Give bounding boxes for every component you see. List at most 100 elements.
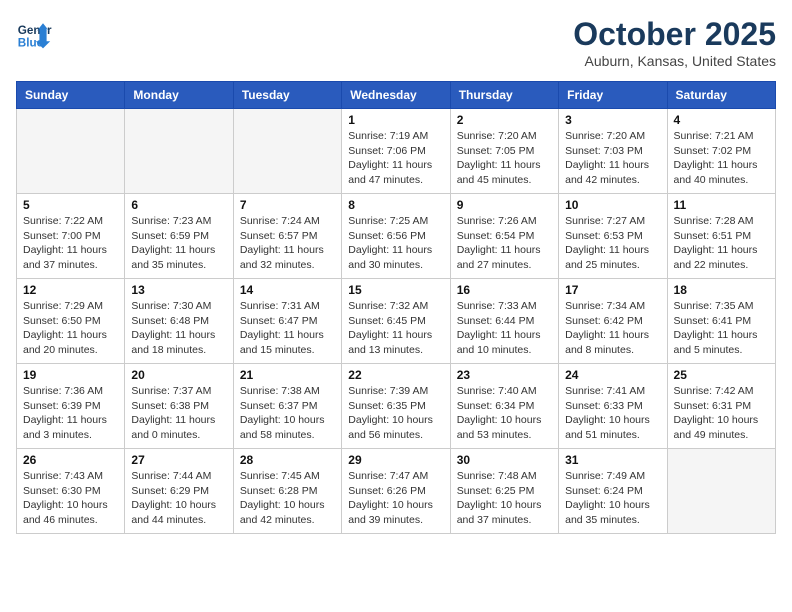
calendar-cell: 31 Sunrise: 7:49 AMSunset: 6:24 PMDayligh… xyxy=(559,449,667,534)
calendar-week-row: 26 Sunrise: 7:43 AMSunset: 6:30 PMDayligh… xyxy=(17,449,776,534)
day-info: Sunrise: 7:30 AMSunset: 6:48 PMDaylight:… xyxy=(131,299,226,358)
day-info: Sunrise: 7:20 AMSunset: 7:03 PMDaylight:… xyxy=(565,129,660,188)
day-info: Sunrise: 7:24 AMSunset: 6:57 PMDaylight:… xyxy=(240,214,335,273)
weekday-header-tuesday: Tuesday xyxy=(233,82,341,109)
day-number: 11 xyxy=(674,198,769,212)
day-number: 10 xyxy=(565,198,660,212)
calendar-week-row: 19 Sunrise: 7:36 AMSunset: 6:39 PMDayligh… xyxy=(17,364,776,449)
calendar-cell: 12 Sunrise: 7:29 AMSunset: 6:50 PMDayligh… xyxy=(17,279,125,364)
day-info: Sunrise: 7:29 AMSunset: 6:50 PMDaylight:… xyxy=(23,299,118,358)
calendar-cell: 6 Sunrise: 7:23 AMSunset: 6:59 PMDaylight… xyxy=(125,194,233,279)
calendar-cell: 23Sunrise: 7:40 AMSunset: 6:34 PMDayligh… xyxy=(450,364,558,449)
calendar-cell: 13 Sunrise: 7:30 AMSunset: 6:48 PMDayligh… xyxy=(125,279,233,364)
day-info: Sunrise: 7:36 AMSunset: 6:39 PMDaylight:… xyxy=(23,384,118,443)
calendar-cell: 18 Sunrise: 7:35 AMSunset: 6:41 PMDayligh… xyxy=(667,279,775,364)
logo: General Blue xyxy=(16,16,52,52)
calendar-cell: 5 Sunrise: 7:22 AMSunset: 7:00 PMDaylight… xyxy=(17,194,125,279)
calendar-cell: 14 Sunrise: 7:31 AMSunset: 6:47 PMDayligh… xyxy=(233,279,341,364)
calendar-cell: 20 Sunrise: 7:37 AMSunset: 6:38 PMDayligh… xyxy=(125,364,233,449)
day-info: Sunrise: 7:35 AMSunset: 6:41 PMDaylight:… xyxy=(674,299,769,358)
day-info: Sunrise: 7:40 AMSunset: 6:34 PMDaylight:… xyxy=(457,384,552,443)
calendar-cell xyxy=(667,449,775,534)
weekday-header-row: SundayMondayTuesdayWednesdayThursdayFrid… xyxy=(17,82,776,109)
calendar-cell: 17Sunrise: 7:34 AMSunset: 6:42 PMDayligh… xyxy=(559,279,667,364)
calendar-cell: 26 Sunrise: 7:43 AMSunset: 6:30 PMDayligh… xyxy=(17,449,125,534)
day-number: 26 xyxy=(23,453,118,467)
weekday-header-monday: Monday xyxy=(125,82,233,109)
day-info: Sunrise: 7:21 AMSunset: 7:02 PMDaylight:… xyxy=(674,129,769,188)
day-info: Sunrise: 7:49 AMSunset: 6:24 PMDaylight:… xyxy=(565,469,660,528)
day-number: 19 xyxy=(23,368,118,382)
day-number: 24 xyxy=(565,368,660,382)
day-number: 22 xyxy=(348,368,443,382)
day-info: Sunrise: 7:43 AMSunset: 6:30 PMDaylight:… xyxy=(23,469,118,528)
day-info: Sunrise: 7:31 AMSunset: 6:47 PMDaylight:… xyxy=(240,299,335,358)
calendar-cell: 27 Sunrise: 7:44 AMSunset: 6:29 PMDayligh… xyxy=(125,449,233,534)
calendar-cell: 21 Sunrise: 7:38 AMSunset: 6:37 PMDayligh… xyxy=(233,364,341,449)
day-number: 6 xyxy=(131,198,226,212)
calendar-cell: 30 Sunrise: 7:48 AMSunset: 6:25 PMDayligh… xyxy=(450,449,558,534)
calendar-cell xyxy=(233,109,341,194)
day-number: 21 xyxy=(240,368,335,382)
day-info: Sunrise: 7:44 AMSunset: 6:29 PMDaylight:… xyxy=(131,469,226,528)
weekday-header-wednesday: Wednesday xyxy=(342,82,450,109)
day-info: Sunrise: 7:34 AMSunset: 6:42 PMDaylight:… xyxy=(565,299,660,358)
calendar-cell: 10Sunrise: 7:27 AMSunset: 6:53 PMDayligh… xyxy=(559,194,667,279)
calendar-cell: 7 Sunrise: 7:24 AMSunset: 6:57 PMDaylight… xyxy=(233,194,341,279)
logo-icon: General Blue xyxy=(16,16,52,52)
day-number: 14 xyxy=(240,283,335,297)
day-info: Sunrise: 7:37 AMSunset: 6:38 PMDaylight:… xyxy=(131,384,226,443)
day-number: 31 xyxy=(565,453,660,467)
weekday-header-thursday: Thursday xyxy=(450,82,558,109)
day-info: Sunrise: 7:33 AMSunset: 6:44 PMDaylight:… xyxy=(457,299,552,358)
day-number: 12 xyxy=(23,283,118,297)
calendar-week-row: 5 Sunrise: 7:22 AMSunset: 7:00 PMDaylight… xyxy=(17,194,776,279)
location: Auburn, Kansas, United States xyxy=(573,53,776,69)
day-number: 7 xyxy=(240,198,335,212)
weekday-header-friday: Friday xyxy=(559,82,667,109)
calendar-cell: 2Sunrise: 7:20 AMSunset: 7:05 PMDaylight… xyxy=(450,109,558,194)
day-number: 8 xyxy=(348,198,443,212)
day-info: Sunrise: 7:19 AMSunset: 7:06 PMDaylight:… xyxy=(348,129,443,188)
calendar-cell xyxy=(17,109,125,194)
day-info: Sunrise: 7:38 AMSunset: 6:37 PMDaylight:… xyxy=(240,384,335,443)
calendar-cell: 24 Sunrise: 7:41 AMSunset: 6:33 PMDayligh… xyxy=(559,364,667,449)
calendar-cell: 16 Sunrise: 7:33 AMSunset: 6:44 PMDayligh… xyxy=(450,279,558,364)
day-number: 13 xyxy=(131,283,226,297)
day-info: Sunrise: 7:22 AMSunset: 7:00 PMDaylight:… xyxy=(23,214,118,273)
calendar-cell: 15Sunrise: 7:32 AMSunset: 6:45 PMDayligh… xyxy=(342,279,450,364)
day-number: 3 xyxy=(565,113,660,127)
day-info: Sunrise: 7:23 AMSunset: 6:59 PMDaylight:… xyxy=(131,214,226,273)
calendar-cell: 11 Sunrise: 7:28 AMSunset: 6:51 PMDayligh… xyxy=(667,194,775,279)
calendar-cell: 28Sunrise: 7:45 AMSunset: 6:28 PMDayligh… xyxy=(233,449,341,534)
day-number: 20 xyxy=(131,368,226,382)
calendar-cell: 25Sunrise: 7:42 AMSunset: 6:31 PMDayligh… xyxy=(667,364,775,449)
day-number: 27 xyxy=(131,453,226,467)
day-number: 4 xyxy=(674,113,769,127)
calendar: SundayMondayTuesdayWednesdayThursdayFrid… xyxy=(16,81,776,534)
day-number: 5 xyxy=(23,198,118,212)
day-number: 2 xyxy=(457,113,552,127)
month-title: October 2025 xyxy=(573,16,776,53)
day-info: Sunrise: 7:41 AMSunset: 6:33 PMDaylight:… xyxy=(565,384,660,443)
calendar-week-row: 12 Sunrise: 7:29 AMSunset: 6:50 PMDayligh… xyxy=(17,279,776,364)
day-number: 29 xyxy=(348,453,443,467)
day-info: Sunrise: 7:28 AMSunset: 6:51 PMDaylight:… xyxy=(674,214,769,273)
calendar-week-row: 1Sunrise: 7:19 AMSunset: 7:06 PMDaylight… xyxy=(17,109,776,194)
calendar-cell: 9Sunrise: 7:26 AMSunset: 6:54 PMDaylight… xyxy=(450,194,558,279)
day-number: 16 xyxy=(457,283,552,297)
weekday-header-sunday: Sunday xyxy=(17,82,125,109)
day-number: 30 xyxy=(457,453,552,467)
svg-text:General: General xyxy=(18,24,52,37)
day-number: 18 xyxy=(674,283,769,297)
day-info: Sunrise: 7:32 AMSunset: 6:45 PMDaylight:… xyxy=(348,299,443,358)
day-info: Sunrise: 7:45 AMSunset: 6:28 PMDaylight:… xyxy=(240,469,335,528)
calendar-cell: 22Sunrise: 7:39 AMSunset: 6:35 PMDayligh… xyxy=(342,364,450,449)
calendar-cell: 3 Sunrise: 7:20 AMSunset: 7:03 PMDaylight… xyxy=(559,109,667,194)
calendar-cell: 29 Sunrise: 7:47 AMSunset: 6:26 PMDayligh… xyxy=(342,449,450,534)
day-info: Sunrise: 7:48 AMSunset: 6:25 PMDaylight:… xyxy=(457,469,552,528)
calendar-cell: 4 Sunrise: 7:21 AMSunset: 7:02 PMDaylight… xyxy=(667,109,775,194)
day-info: Sunrise: 7:47 AMSunset: 6:26 PMDaylight:… xyxy=(348,469,443,528)
calendar-cell: 8Sunrise: 7:25 AMSunset: 6:56 PMDaylight… xyxy=(342,194,450,279)
calendar-cell xyxy=(125,109,233,194)
